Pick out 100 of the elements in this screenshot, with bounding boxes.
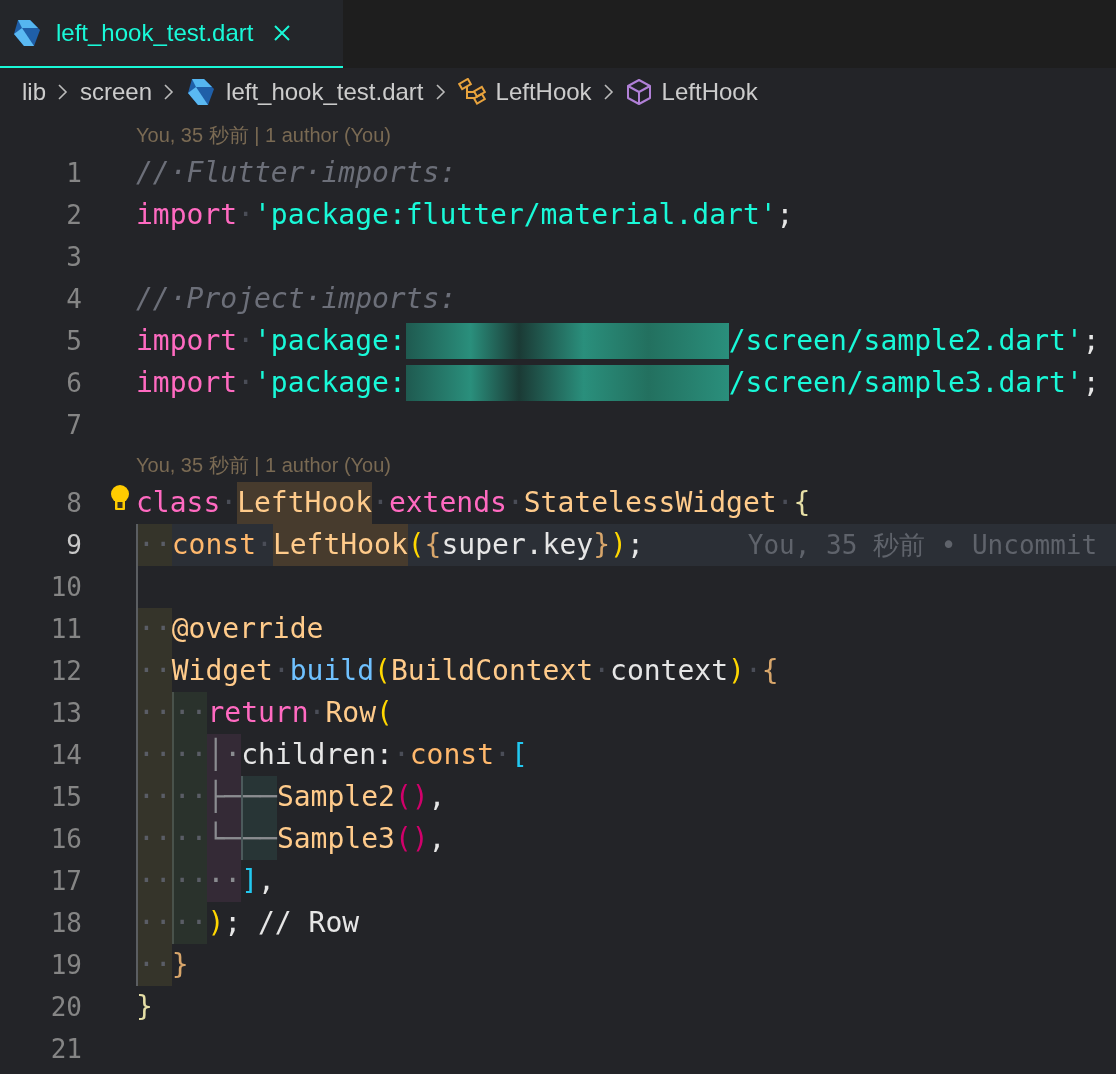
indent-guide: │·: [207, 734, 242, 776]
chevron-right-icon: [433, 82, 448, 102]
code-keyword: return: [207, 695, 309, 731]
code-bracket: (): [394, 821, 429, 857]
code-text: children:: [241, 737, 393, 773]
indent-guide: ··: [171, 776, 208, 818]
whitespace-marker: ·: [506, 485, 524, 521]
whitespace-marker: ·: [372, 485, 389, 521]
line-number: 15: [50, 780, 82, 814]
code-type: Widget: [171, 653, 273, 689]
whitespace-marker: ·: [237, 323, 254, 359]
indent-guide: ··: [207, 860, 242, 902]
code-text: ; // Row: [224, 905, 360, 941]
code-bracket: ]: [241, 863, 258, 899]
code-string: 'package:flutter/material.dart': [254, 197, 777, 233]
code-keyword: const: [171, 527, 256, 563]
chevron-right-icon: [56, 82, 70, 102]
line-number: 12: [50, 654, 82, 688]
indent-guide: ··: [171, 818, 208, 860]
breadcrumb-item[interactable]: screen: [80, 74, 153, 110]
code-text: ;: [626, 527, 644, 563]
line-number: 4: [66, 282, 82, 316]
line-number: 14: [50, 738, 82, 772]
dart-file-icon: [186, 77, 217, 107]
whitespace-marker: ·: [220, 485, 238, 521]
code-string: 'package:: [254, 365, 406, 401]
line-number: 18: [50, 906, 82, 940]
chevron-right-icon: [601, 82, 616, 102]
code-type: Sample3: [276, 821, 395, 857]
structure-icon: [457, 78, 486, 106]
line-number: 17: [50, 864, 82, 898]
line-number: 2: [66, 198, 82, 232]
line-number: 19: [50, 948, 82, 982]
code-text: context: [610, 653, 729, 689]
line-number: 3: [66, 240, 82, 274]
whitespace-marker: ·: [237, 365, 254, 401]
indent-guide: ··: [136, 650, 172, 692]
code-keyword: extends: [388, 485, 507, 521]
line-number: 20: [50, 990, 82, 1024]
code-text: ;: [776, 197, 794, 233]
code-keyword: class: [136, 485, 221, 521]
code-type: @override: [171, 611, 324, 647]
indent-guide: ··: [136, 818, 172, 860]
editor-tab[interactable]: left_hook_test.dart: [0, 0, 343, 68]
line-number: 1: [66, 156, 82, 190]
whitespace-marker: ·: [392, 737, 410, 773]
code-text: ,: [258, 863, 275, 899]
whitespace-marker: ·: [256, 527, 273, 563]
indent-guide: ──: [241, 776, 277, 818]
code-text: ,: [428, 779, 446, 815]
code-type: Sample2: [276, 779, 395, 815]
indent-guide: ··: [136, 734, 172, 776]
indent-guide: ··: [136, 776, 172, 818]
code-text: super.key: [441, 527, 594, 563]
dart-file-icon: [12, 18, 42, 48]
line-number: 16: [50, 822, 82, 856]
breadcrumb-item[interactable]: LeftHook: [661, 74, 758, 110]
indent-guide: ··: [136, 692, 172, 734]
code-keyword: import: [136, 197, 238, 233]
code-type: BuildContext: [390, 653, 594, 689]
code-comment: //·Project·imports:: [136, 281, 457, 317]
indent-guide: ├─: [207, 776, 242, 818]
code-bracket: (: [376, 695, 393, 731]
whitespace-marker: ·: [494, 737, 511, 773]
indent-guide: ··: [171, 734, 208, 776]
code-bracket: (: [374, 653, 391, 689]
code-bracket: (: [407, 527, 425, 563]
indent-guide: ··: [136, 524, 172, 566]
whitespace-marker: ·: [744, 653, 762, 689]
indent-guide: ··: [171, 860, 208, 902]
code-bracket: {: [793, 485, 811, 521]
code-string: 'package:: [254, 323, 406, 359]
code-bracket: ): [610, 527, 627, 563]
code-bracket: ): [207, 905, 225, 941]
indent-guide: ··: [136, 608, 172, 650]
code-bracket: }: [171, 947, 189, 983]
code-keyword: const: [409, 737, 495, 773]
code-bracket: }: [136, 989, 153, 1025]
whitespace-marker: ·: [593, 653, 611, 689]
whitespace-marker: ·: [237, 197, 254, 233]
code-comment: //·Flutter·imports:: [136, 155, 457, 191]
line-number: 10: [50, 570, 82, 604]
line-number: 11: [50, 612, 82, 646]
lightbulb-icon[interactable]: [108, 484, 132, 512]
highlighted-symbol: LeftHook: [237, 482, 372, 524]
code-text: ,: [428, 821, 446, 857]
breadcrumb-item[interactable]: left_hook_test.dart: [226, 74, 424, 110]
indent-guide: ··: [171, 692, 208, 734]
code-bracket: {: [761, 653, 779, 689]
indent-guide: ──: [241, 818, 277, 860]
code-bracket: (): [394, 779, 429, 815]
breadcrumb-item[interactable]: lib: [22, 74, 46, 110]
code-bracket: }: [593, 527, 611, 563]
line-number: 5: [66, 324, 82, 358]
breadcrumb-item[interactable]: LeftHook: [495, 74, 592, 110]
code-bracket: ): [728, 653, 745, 689]
code-keyword: import: [136, 323, 238, 359]
indent-guide: └─: [207, 818, 242, 860]
whitespace-marker: ·: [272, 653, 290, 689]
indent-guide: ··: [136, 860, 172, 902]
